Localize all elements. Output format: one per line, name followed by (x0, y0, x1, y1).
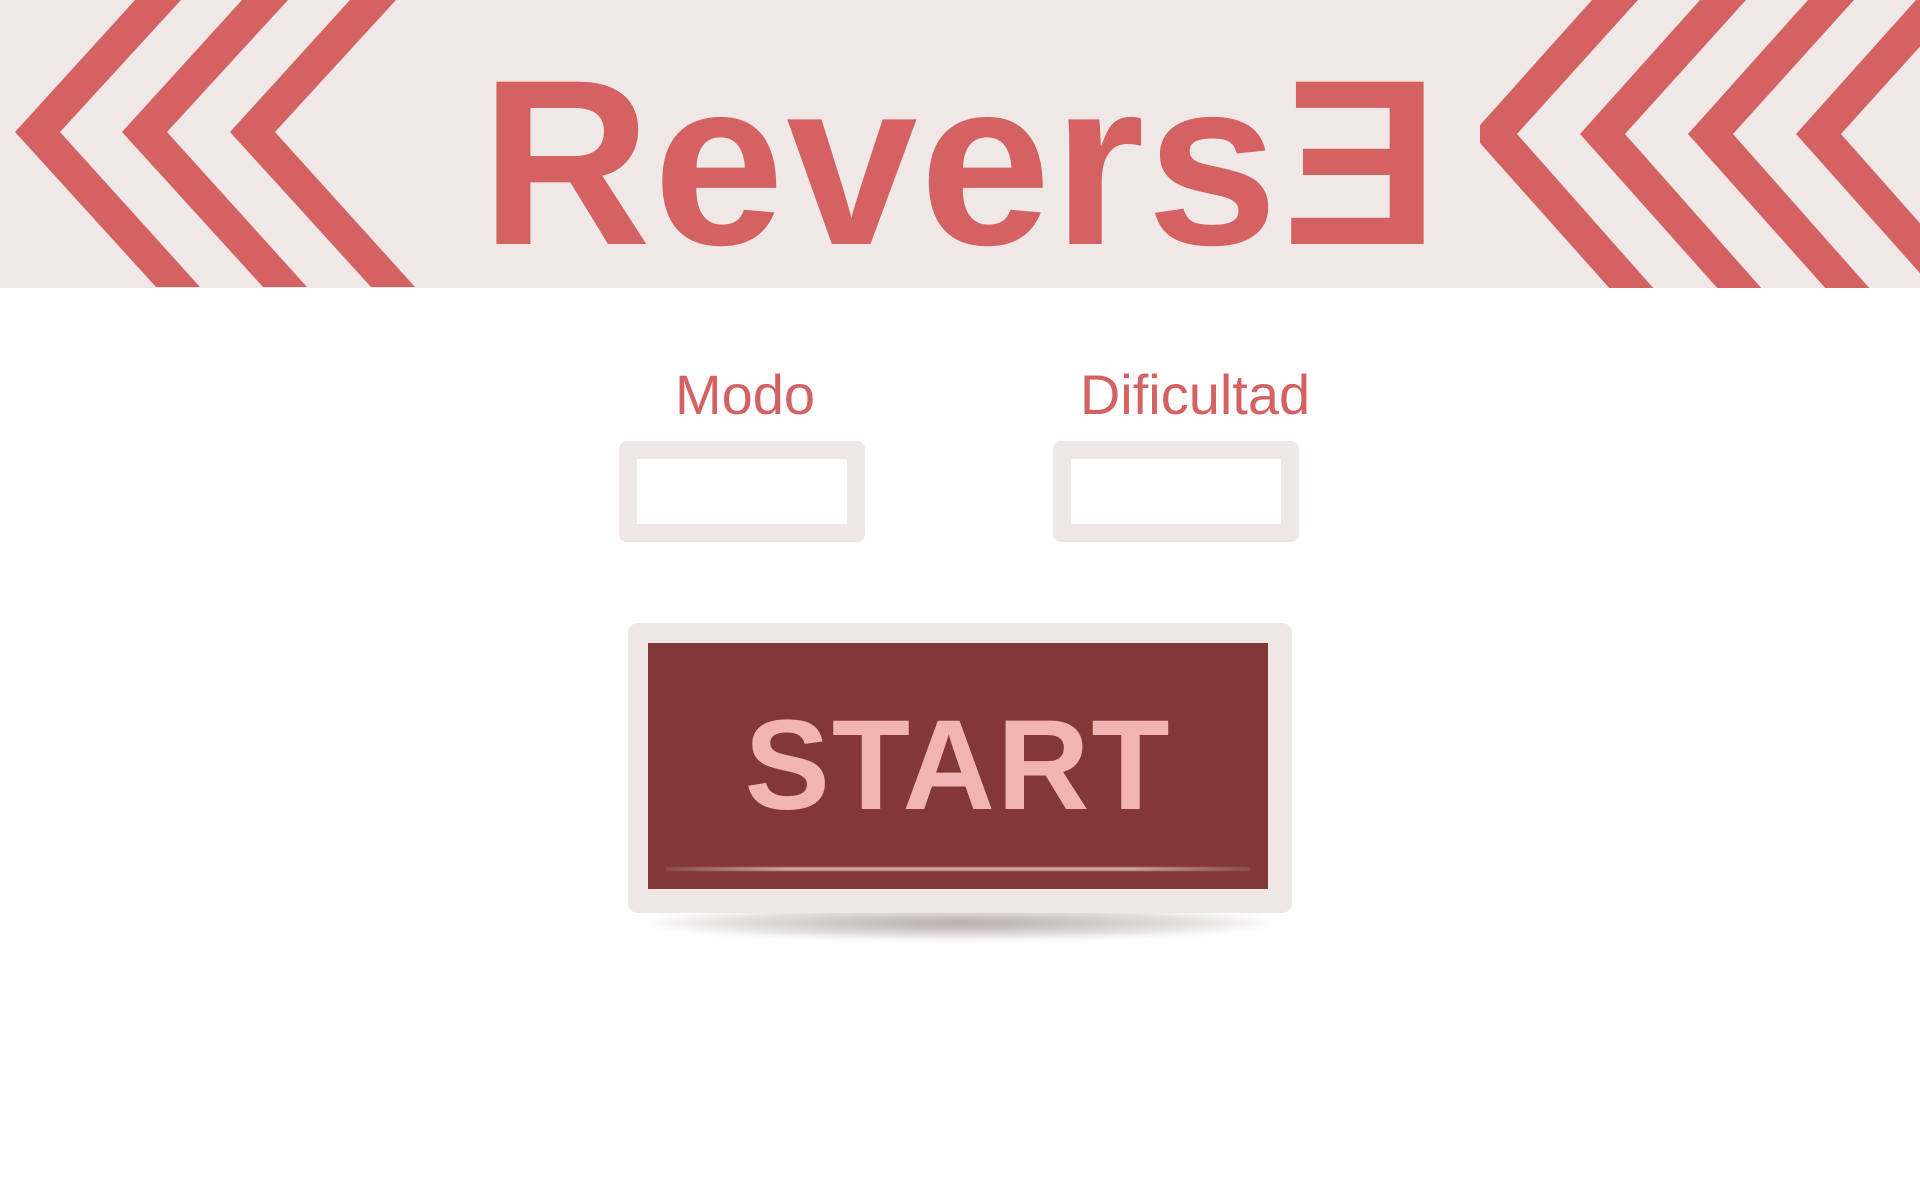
title-text: Revers (480, 31, 1280, 288)
start-button-label: START (744, 694, 1172, 837)
title-reversed-letter: E (1279, 31, 1440, 288)
chevrons-right-icon (1480, 0, 1920, 288)
game-screen: ReversE Modo Dificultad START (0, 0, 1920, 1200)
title-banner: ReversE (0, 0, 1920, 288)
start-button[interactable]: START (628, 623, 1292, 913)
start-button-highlight (666, 867, 1250, 871)
difficulty-select[interactable] (1053, 441, 1299, 542)
difficulty-label: Dificultad (1079, 363, 1311, 426)
mode-select[interactable] (619, 441, 865, 542)
mode-label: Modo (674, 363, 816, 426)
start-button-face[interactable]: START (648, 643, 1268, 889)
